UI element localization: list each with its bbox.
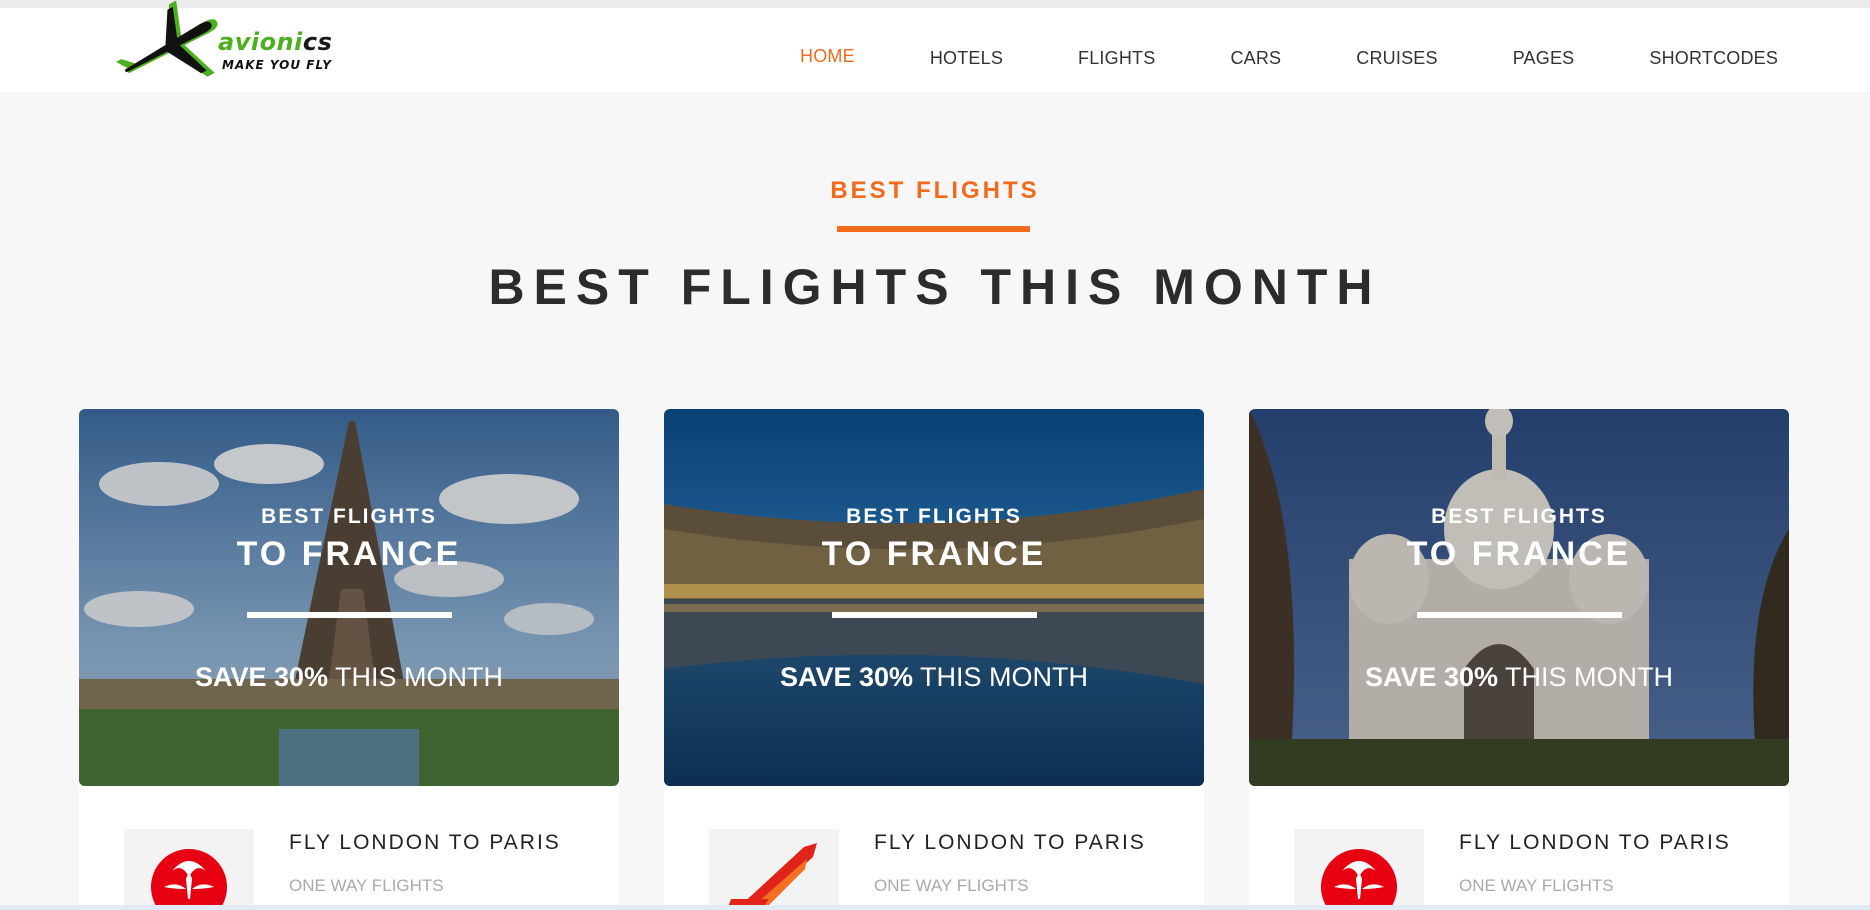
card-overlay-headline: TO FRANCE	[821, 535, 1047, 573]
nav-item-hotels[interactable]: HOTELS	[930, 48, 1003, 69]
trip-type: ONE WAY FLIGHTS	[874, 876, 1029, 895]
card-overlay-offer: SAVE 30% THIS MONTH	[194, 662, 504, 692]
japan-airlines-crane-icon	[151, 849, 227, 910]
bottom-edge	[0, 905, 1870, 910]
section-underline	[837, 226, 1030, 232]
section-label: BEST FLIGHTS	[830, 177, 1040, 204]
card-overlay: BEST FLIGHTS TO FRANCE SAVE 30% THIS MON…	[79, 409, 619, 786]
card-overlay: BEST FLIGHTS TO FRANCE SAVE 30% THIS MON…	[1249, 409, 1789, 786]
flight-card[interactable]: BEST FLIGHTS TO FRANCE SAVE 30% THIS MON…	[1249, 409, 1789, 910]
card-overlay-kicker: BEST FLIGHTS	[261, 505, 437, 528]
card-overlay-divider	[832, 612, 1037, 618]
flight-card[interactable]: BEST FLIGHTS TO FRANCE SAVE 30% THIS MON…	[79, 409, 619, 910]
trip-type: ONE WAY FLIGHTS	[1459, 876, 1614, 895]
card-overlay-divider	[247, 612, 452, 618]
main-nav: HOME HOTELS FLIGHTS CARS CRUISES PAGES SHORTCO…	[800, 16, 1778, 100]
brand-wordmark: avionics	[218, 28, 333, 56]
card-body: FLY LONDON TO PARIS ONE WAY FLIGHTS	[664, 786, 1204, 910]
site-logo[interactable]: avionics MAKE YOU FLY	[112, 0, 352, 96]
nav-item-pages[interactable]: PAGES	[1513, 48, 1575, 69]
card-image[interactable]: BEST FLIGHTS TO FRANCE SAVE 30% THIS MON…	[664, 409, 1204, 786]
airline-logo	[124, 829, 254, 910]
airplane-logo-icon	[115, 0, 218, 77]
card-overlay: BEST FLIGHTS TO FRANCE SAVE 30% THIS MON…	[664, 409, 1204, 786]
flight-route[interactable]: FLY LONDON TO PARIS	[874, 831, 1146, 855]
trip-type: ONE WAY FLIGHTS	[289, 876, 444, 895]
card-overlay-kicker: BEST FLIGHTS	[1431, 505, 1607, 528]
card-overlay-offer: SAVE 30% THIS MONTH	[779, 662, 1089, 692]
airline-logo	[709, 829, 839, 910]
section-title: BEST FLIGHTS THIS MONTH	[488, 259, 1382, 315]
flight-card[interactable]: BEST FLIGHTS TO FRANCE SAVE 30% THIS MON…	[664, 409, 1204, 910]
card-overlay-kicker: BEST FLIGHTS	[846, 505, 1022, 528]
nav-item-shortcodes[interactable]: SHORTCODES	[1649, 48, 1778, 69]
japan-airlines-crane-icon	[1321, 849, 1397, 910]
flight-route[interactable]: FLY LONDON TO PARIS	[1459, 831, 1731, 855]
card-image[interactable]: BEST FLIGHTS TO FRANCE SAVE 30% THIS MON…	[1249, 409, 1789, 786]
flight-route[interactable]: FLY LONDON TO PARIS	[289, 831, 561, 855]
nav-item-flights[interactable]: FLIGHTS	[1078, 48, 1155, 69]
card-body: FLY LONDON TO PARIS ONE WAY FLIGHTS	[79, 786, 619, 910]
airline-logo	[1294, 829, 1424, 910]
nav-item-home[interactable]: HOME	[800, 46, 855, 67]
card-overlay-offer: SAVE 30% THIS MONTH	[1364, 662, 1674, 692]
nav-item-cars[interactable]: CARS	[1230, 48, 1281, 69]
nav-item-cruises[interactable]: CRUISES	[1356, 48, 1437, 69]
card-overlay-headline: TO FRANCE	[1406, 535, 1632, 573]
card-overlay-headline: TO FRANCE	[236, 535, 462, 573]
air-india-icon	[727, 843, 817, 910]
card-overlay-divider	[1417, 612, 1622, 618]
card-body: FLY LONDON TO PARIS ONE WAY FLIGHTS	[1249, 786, 1789, 910]
site-header: avionics MAKE YOU FLY HOME HOTELS FLIGHTS C…	[0, 0, 1870, 92]
brand-tagline: MAKE YOU FLY	[222, 58, 332, 72]
card-image[interactable]: BEST FLIGHTS TO FRANCE SAVE 30% THIS MON…	[79, 409, 619, 786]
